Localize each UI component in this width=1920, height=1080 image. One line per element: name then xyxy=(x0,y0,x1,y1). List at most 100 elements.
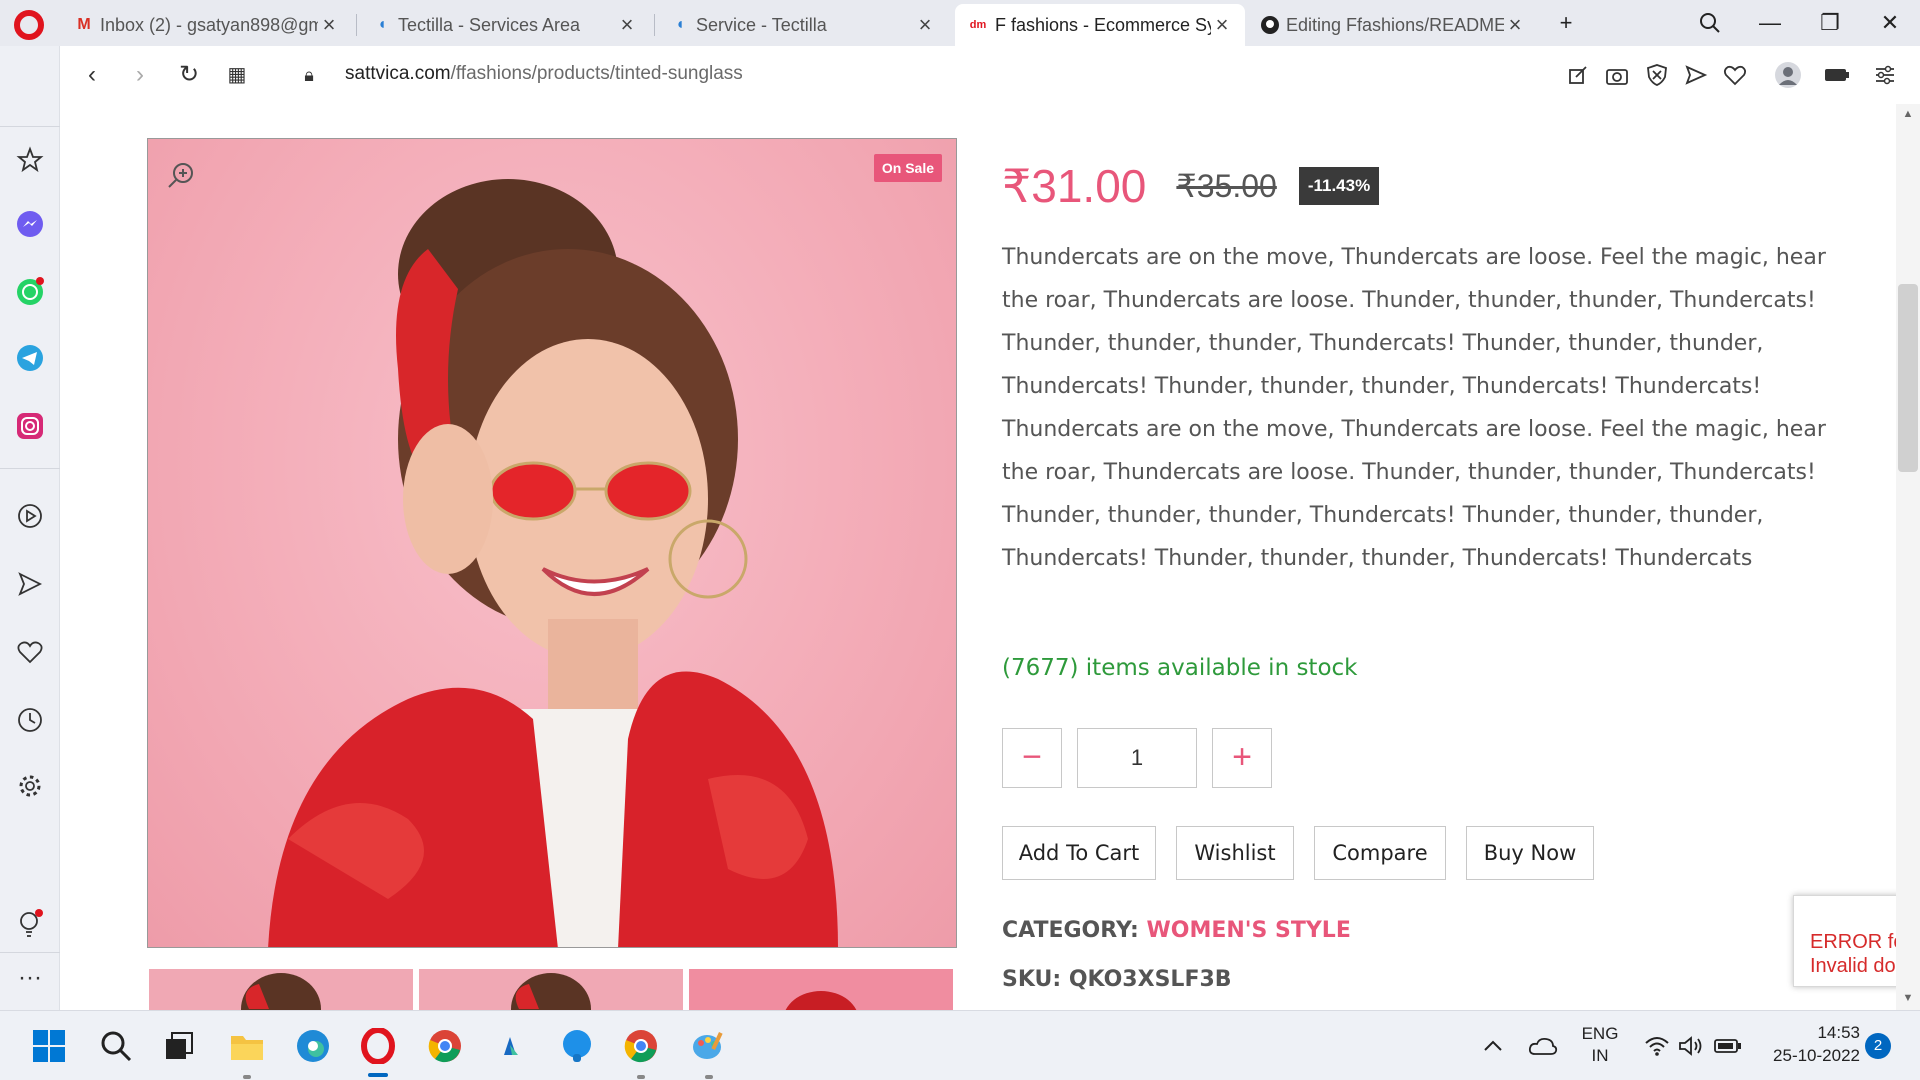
error-line-1: ERROR fo xyxy=(1810,931,1903,953)
forward-button[interactable]: › xyxy=(123,58,157,92)
back-button[interactable]: ‹ xyxy=(75,58,109,92)
tab-github[interactable]: Editing Ffashions/README.md × xyxy=(1248,4,1538,46)
current-price: ₹31.00 xyxy=(1002,160,1147,212)
share-icon[interactable] xyxy=(1563,60,1593,90)
close-tab-icon[interactable]: × xyxy=(318,12,340,38)
tab-gmail[interactable]: M Inbox (2) - gsatyan898@gmail.com × xyxy=(62,4,352,46)
onedrive-cloud-icon[interactable] xyxy=(1522,1025,1564,1067)
product-thumbnail[interactable] xyxy=(419,969,683,1010)
address-bar-row: ‹ › ↻ ▦ 🔒︎ sattvica.com/ffashions/produc… xyxy=(60,46,1920,104)
tab-title: Editing Ffashions/README.md xyxy=(1286,14,1504,35)
github-icon xyxy=(1260,15,1280,35)
opera-taskbar-icon[interactable] xyxy=(357,1025,399,1067)
tab-ffashions[interactable]: dm F fashions - Ecommerce System × xyxy=(955,4,1245,46)
url-field[interactable]: sattvica.com/ffashions/products/tinted-s… xyxy=(345,63,743,85)
wishlist-button[interactable]: Wishlist xyxy=(1176,826,1294,880)
lock-icon[interactable]: 🔒︎ xyxy=(292,58,326,92)
buy-now-button[interactable]: Buy Now xyxy=(1466,826,1594,880)
messenger-icon[interactable] xyxy=(12,206,48,242)
task-view-icon[interactable] xyxy=(158,1025,200,1067)
send-flow-icon[interactable] xyxy=(12,566,48,602)
file-explorer-icon[interactable] xyxy=(226,1025,268,1067)
quantity-decrease-button[interactable]: − xyxy=(1002,728,1062,788)
clock-time: 14:53 xyxy=(1817,1023,1860,1042)
url-path: /ffashions/products/tinted-sunglass xyxy=(450,63,743,84)
product-thumbnail[interactable] xyxy=(689,969,953,1010)
opera-menu-icon[interactable] xyxy=(14,10,44,40)
chrome-icon[interactable] xyxy=(620,1025,662,1067)
compare-button[interactable]: Compare xyxy=(1314,826,1446,880)
language-indicator[interactable]: ENG IN xyxy=(1570,1024,1630,1066)
category-link[interactable]: WOMEN'S STYLE xyxy=(1146,918,1350,943)
page-scrollbar[interactable]: ▲ ▼ xyxy=(1896,104,1920,1010)
product-photo-woman-sunglasses xyxy=(268,179,838,947)
whatsapp-icon[interactable] xyxy=(12,274,48,310)
tab-tectilla-service[interactable]: ◖ Service - Tectilla × xyxy=(658,4,948,46)
instagram-icon[interactable] xyxy=(12,408,48,444)
easy-setup-icon[interactable] xyxy=(1870,60,1900,90)
scroll-down-arrow-icon[interactable]: ▼ xyxy=(1896,992,1920,1004)
windows-taskbar: ENG IN 14:53 25-10-2022 xyxy=(0,1010,1920,1080)
add-to-cart-button[interactable]: Add To Cart xyxy=(1002,826,1156,880)
pinboard-icon[interactable] xyxy=(12,142,48,178)
app-icon[interactable] xyxy=(490,1025,532,1067)
heart-icon[interactable] xyxy=(1720,60,1750,90)
bookmarks-heart-icon[interactable] xyxy=(12,634,48,670)
search-tabs-icon[interactable] xyxy=(1690,6,1730,40)
reload-button[interactable]: ↻ xyxy=(172,58,206,92)
close-tab-icon[interactable]: × xyxy=(914,12,936,38)
battery-saver-icon[interactable] xyxy=(1822,60,1852,90)
lightbulb-icon[interactable] xyxy=(12,906,48,942)
ffashions-icon: dm xyxy=(969,19,987,31)
speed-dial-icon[interactable]: ▦ xyxy=(220,58,254,92)
tab-title: Service - Tectilla xyxy=(696,14,827,35)
volume-icon[interactable] xyxy=(1670,1025,1712,1067)
edge-browser-icon[interactable] xyxy=(292,1025,334,1067)
more-options-icon[interactable]: ··· xyxy=(12,960,48,996)
scroll-up-arrow-icon[interactable]: ▲ xyxy=(1896,108,1920,120)
running-indicator xyxy=(705,1075,713,1079)
tab-title: Inbox (2) - gsatyan898@gmail.com xyxy=(100,14,318,35)
show-hidden-icons-chevron-icon[interactable] xyxy=(1472,1025,1514,1067)
quantity-input[interactable] xyxy=(1077,728,1197,788)
tab-title: Tectilla - Services Area xyxy=(398,14,581,35)
restore-button[interactable]: ❐ xyxy=(1810,6,1850,40)
product-main-image[interactable]: On Sale xyxy=(147,138,957,948)
battery-icon[interactable] xyxy=(1707,1025,1749,1067)
notification-count-badge[interactable]: 2 xyxy=(1865,1033,1891,1059)
clock-date: 25-10-2022 xyxy=(1773,1046,1860,1065)
paint-icon[interactable] xyxy=(688,1025,730,1067)
clock[interactable]: 14:53 25-10-2022 xyxy=(1750,1023,1860,1066)
teams-icon[interactable] xyxy=(556,1025,598,1067)
active-app-indicator xyxy=(368,1073,388,1077)
product-page: On Sale ₹31.00 ₹35.00 -11.43% Thundercat… xyxy=(60,104,1900,1010)
search-icon[interactable] xyxy=(95,1025,137,1067)
tab-tectilla-services[interactable]: ◖ Tectilla - Services Area × xyxy=(360,4,650,46)
history-clock-icon[interactable] xyxy=(12,702,48,738)
on-sale-badge: On Sale xyxy=(873,154,942,182)
send-icon[interactable] xyxy=(1681,60,1711,90)
new-tab-button[interactable]: + xyxy=(1546,6,1586,40)
profile-avatar-icon[interactable] xyxy=(1773,60,1803,90)
scrollbar-thumb[interactable] xyxy=(1898,284,1918,472)
close-tab-icon[interactable]: × xyxy=(1211,12,1233,38)
opera-sidebar: ··· xyxy=(0,46,60,1010)
windows-start-icon[interactable] xyxy=(28,1025,70,1067)
adblock-shield-icon[interactable] xyxy=(1642,60,1672,90)
minimize-button[interactable]: — xyxy=(1750,6,1790,40)
tab-divider xyxy=(654,14,655,36)
close-tab-icon[interactable]: × xyxy=(616,12,638,38)
zoom-in-icon[interactable] xyxy=(166,161,196,191)
settings-gear-icon[interactable] xyxy=(12,768,48,804)
telegram-icon[interactable] xyxy=(12,340,48,376)
error-line-2: Invalid do xyxy=(1810,955,1896,977)
product-thumbnail[interactable] xyxy=(149,969,413,1010)
chrome-icon[interactable] xyxy=(424,1025,466,1067)
close-tab-icon[interactable]: × xyxy=(1504,12,1526,38)
quantity-increase-button[interactable]: + xyxy=(1212,728,1272,788)
product-thumbnails xyxy=(149,969,959,1010)
player-icon[interactable] xyxy=(12,498,48,534)
camera-icon[interactable] xyxy=(1602,60,1632,90)
sidebar-divider xyxy=(0,952,60,953)
close-window-button[interactable]: ✕ xyxy=(1870,6,1910,40)
